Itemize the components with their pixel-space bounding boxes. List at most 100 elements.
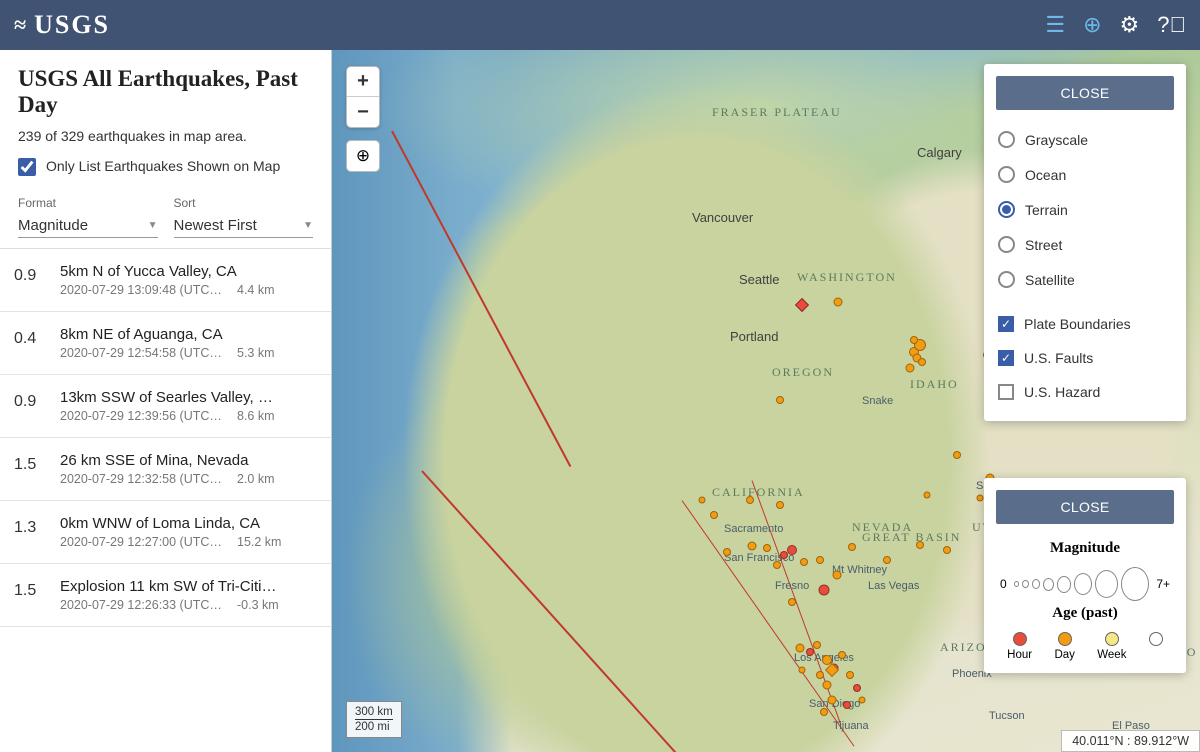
- magnitude: 1.3: [14, 515, 48, 549]
- legend-close-button[interactable]: CLOSE: [996, 490, 1174, 524]
- location: 13km SSW of Searles Valley, …: [60, 389, 317, 406]
- only-shown-checkbox[interactable]: [18, 158, 36, 176]
- earthquake-row[interactable]: 0.4 8km NE of Aguanga, CA 2020-07-29 12:…: [0, 312, 331, 375]
- overlay-option[interactable]: ✓U.S. Faults: [996, 341, 1174, 375]
- globe-icon[interactable]: ⊕: [1083, 12, 1101, 38]
- overlay-option[interactable]: ✓Plate Boundaries: [996, 307, 1174, 341]
- earthquake-marker[interactable]: [800, 558, 808, 566]
- earthquake-marker[interactable]: [710, 511, 718, 519]
- basemap-option[interactable]: Ocean: [996, 157, 1174, 192]
- earthquake-marker[interactable]: [773, 561, 781, 569]
- depth: 4.4 km: [237, 283, 275, 297]
- magnitude: 1.5: [14, 578, 48, 612]
- depth: -0.3 km: [237, 598, 279, 612]
- basemap-option[interactable]: Grayscale: [996, 122, 1174, 157]
- earthquake-marker[interactable]: [846, 671, 854, 679]
- gear-icon[interactable]: ⚙: [1120, 12, 1140, 38]
- earthquake-marker[interactable]: [776, 396, 784, 404]
- usgs-logo: ≈ USGS: [14, 10, 110, 40]
- chevron-down-icon: ▼: [148, 220, 158, 231]
- earthquake-marker[interactable]: [816, 671, 824, 679]
- radio-icon: [998, 131, 1015, 148]
- format-select[interactable]: Magnitude▼: [18, 214, 158, 238]
- earthquake-marker[interactable]: [943, 546, 951, 554]
- earthquake-row[interactable]: 0.9 5km N of Yucca Valley, CA 2020-07-29…: [0, 249, 331, 312]
- earthquake-marker[interactable]: [776, 501, 784, 509]
- depth: 15.2 km: [237, 535, 281, 549]
- radio-icon: [998, 236, 1015, 253]
- earthquake-marker[interactable]: [787, 545, 797, 555]
- earthquake-marker[interactable]: [834, 298, 843, 307]
- earthquake-marker[interactable]: [906, 364, 915, 373]
- sort-select[interactable]: Newest First▼: [174, 214, 314, 238]
- earthquake-marker[interactable]: [746, 496, 754, 504]
- coordinates-display: 40.011°N : 89.912°W: [1061, 730, 1200, 752]
- sidebar: USGS All Earthquakes, Past Day 239 of 32…: [0, 50, 332, 752]
- earthquake-marker[interactable]: [833, 571, 842, 580]
- basemap-option[interactable]: Street: [996, 227, 1174, 262]
- earthquake-marker[interactable]: [853, 684, 861, 692]
- basemap-option[interactable]: Satellite: [996, 262, 1174, 297]
- earthquake-row[interactable]: 0.9 13km SSW of Searles Valley, … 2020-0…: [0, 375, 331, 438]
- legend-age-scale: HourDayWeek: [996, 632, 1174, 661]
- earthquake-marker[interactable]: [796, 644, 805, 653]
- layers-close-button[interactable]: CLOSE: [996, 76, 1174, 110]
- checkbox-icon: ✓: [998, 316, 1014, 332]
- age-dot: [1013, 632, 1027, 646]
- earthquake-marker[interactable]: [723, 548, 731, 556]
- age-dot: [1058, 632, 1072, 646]
- earthquake-row[interactable]: 1.5 Explosion 11 km SW of Tri-Citi… 2020…: [0, 564, 331, 627]
- earthquake-marker[interactable]: [816, 556, 824, 564]
- scale-bar: 300 km 200 mi: [346, 701, 402, 738]
- earthquake-marker[interactable]: [910, 336, 918, 344]
- radio-icon: [998, 166, 1015, 183]
- fullscreen-globe-button[interactable]: ⊕: [346, 140, 380, 172]
- earthquake-marker[interactable]: [828, 696, 837, 705]
- earthquake-marker[interactable]: [799, 667, 806, 674]
- earthquake-marker[interactable]: [924, 492, 931, 499]
- earthquake-marker[interactable]: [748, 542, 757, 551]
- earthquake-marker[interactable]: [820, 708, 828, 716]
- earthquake-marker[interactable]: [843, 701, 851, 709]
- earthquake-marker[interactable]: [859, 697, 866, 704]
- magnitude: 0.4: [14, 326, 48, 360]
- legend-panel: CLOSE Magnitude 0 7+ Age (past) HourDayW…: [984, 478, 1186, 673]
- basemap-option[interactable]: Terrain: [996, 192, 1174, 227]
- earthquake-marker[interactable]: [806, 648, 814, 656]
- earthquake-marker[interactable]: [823, 681, 832, 690]
- format-label: Format: [18, 196, 158, 210]
- earthquake-marker[interactable]: [813, 641, 821, 649]
- earthquake-marker[interactable]: [848, 543, 856, 551]
- map[interactable]: CalgaryVancouverSeattlePortlandSacrament…: [332, 50, 1200, 752]
- location: 0km WNW of Loma Linda, CA: [60, 515, 317, 532]
- location: Explosion 11 km SW of Tri-Citi…: [60, 578, 317, 595]
- depth: 5.3 km: [237, 346, 275, 360]
- logo-text: USGS: [34, 10, 110, 40]
- list-icon[interactable]: ☰: [1045, 12, 1065, 38]
- zoom-out-button[interactable]: −: [347, 97, 379, 127]
- sort-label: Sort: [174, 196, 314, 210]
- overlay-option[interactable]: U.S. Hazard: [996, 375, 1174, 409]
- earthquake-marker[interactable]: [838, 651, 846, 659]
- timestamp: 2020-07-29 12:39:56 (UTC-06:…: [60, 409, 225, 423]
- earthquake-row[interactable]: 1.3 0km WNW of Loma Linda, CA 2020-07-29…: [0, 501, 331, 564]
- earthquake-list[interactable]: 0.9 5km N of Yucca Valley, CA 2020-07-29…: [0, 248, 331, 752]
- help-icon[interactable]: ?⃝: [1157, 12, 1186, 38]
- earthquake-marker[interactable]: [763, 544, 771, 552]
- earthquake-marker[interactable]: [699, 497, 706, 504]
- earthquake-marker[interactable]: [977, 495, 984, 502]
- legend-age-title: Age (past): [996, 605, 1174, 622]
- earthquake-marker[interactable]: [916, 541, 924, 549]
- earthquake-marker[interactable]: [883, 556, 891, 564]
- checkbox-icon: ✓: [998, 350, 1014, 366]
- only-shown-label: Only List Earthquakes Shown on Map: [46, 158, 280, 174]
- earthquake-marker[interactable]: [788, 598, 796, 606]
- earthquake-marker[interactable]: [918, 358, 926, 366]
- earthquake-marker[interactable]: [819, 585, 830, 596]
- magnitude: 0.9: [14, 263, 48, 297]
- only-shown-checkbox-row[interactable]: Only List Earthquakes Shown on Map: [18, 158, 313, 176]
- zoom-in-button[interactable]: +: [347, 67, 379, 97]
- earthquake-row[interactable]: 1.5 26 km SSE of Mina, Nevada 2020-07-29…: [0, 438, 331, 501]
- earthquake-marker[interactable]: [953, 451, 961, 459]
- checkbox-icon: [998, 384, 1014, 400]
